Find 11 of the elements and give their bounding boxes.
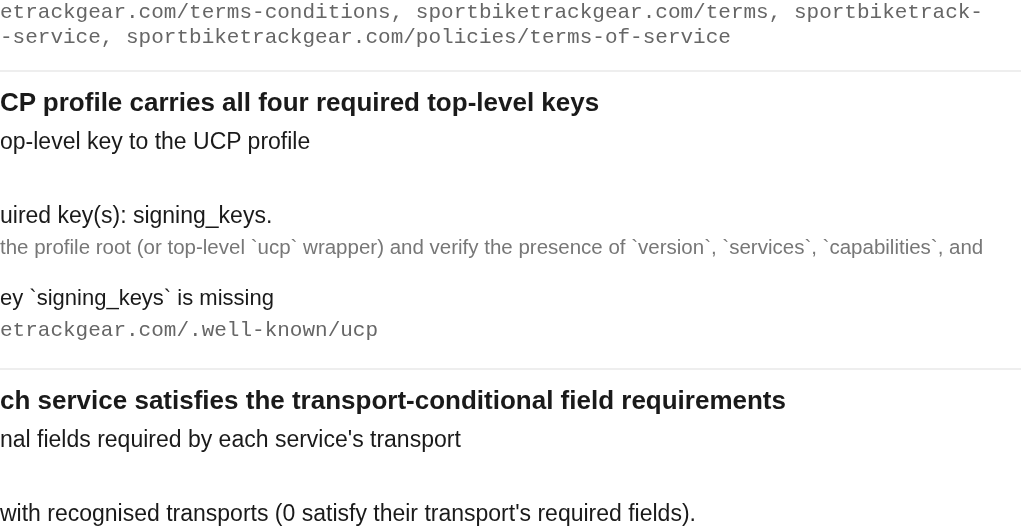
check-result: uired key(s): signing_keys. <box>0 201 273 229</box>
check-method: the profile root (or top-level `ucp` wrapper) and verify the presence of `version`, `services`, `capabilities`, and <box>0 234 984 260</box>
evidence-url-line: etrackgear.com/terms-conditions, sportbiketrackgear.com/terms, sportbiketrack- <box>0 0 984 25</box>
check-description: nal fields required by each service's transport <box>0 425 461 453</box>
check-title: ch service satisfies the transport-conditional field requirements <box>0 385 786 415</box>
check-finding: ey `signing_keys` is missing <box>0 284 274 312</box>
check-title: CP profile carries all four required top-level keys <box>0 87 600 117</box>
evidence-url-line: -service, sportbiketrackgear.com/policies/terms-of-service <box>0 25 732 50</box>
check-description: op-level key to the UCP profile <box>0 127 311 155</box>
check-result: with recognised transports (0 satisfy their transport's required fields). <box>0 499 696 527</box>
source-url: etrackgear.com/.well-known/ucp <box>0 318 379 343</box>
